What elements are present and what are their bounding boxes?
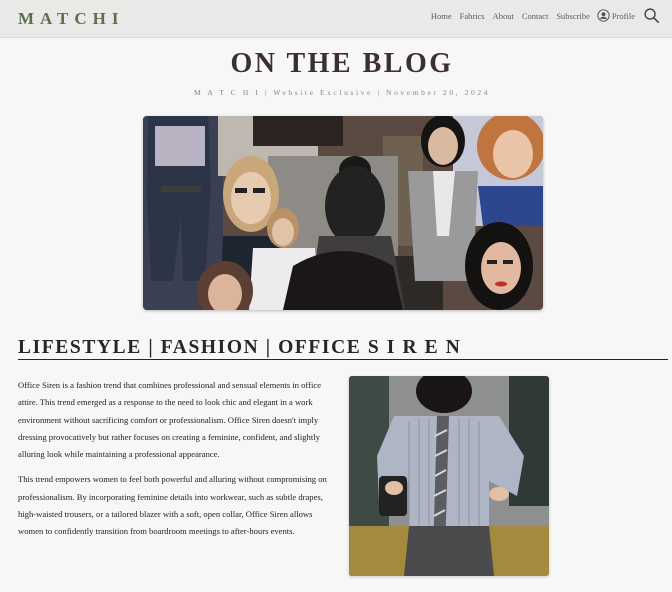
user-circle-icon <box>597 9 610 22</box>
brand-logo[interactable]: MATCHI <box>18 9 125 29</box>
article-body: Office Siren is a fashion trend that com… <box>18 377 336 541</box>
nav-link-home[interactable]: Home <box>431 11 452 21</box>
page-title: ON THE BLOG <box>230 48 454 79</box>
nav-link-contact[interactable]: Contact <box>522 11 548 21</box>
nav-link-fabrics[interactable]: Fabrics <box>460 11 485 21</box>
article-paragraph: Office Siren is a fashion trend that com… <box>18 380 322 460</box>
section-divider <box>18 359 668 360</box>
article-paragraph: This trend empowers women to feel both p… <box>18 474 327 537</box>
hero-collage-image <box>143 116 543 310</box>
top-nav: MATCHI Home Fabrics About Contact Subscr… <box>0 0 672 38</box>
post-meta: M A T C H I | Website Exclusive | Novemb… <box>193 88 491 97</box>
nav-link-about[interactable]: About <box>493 11 514 21</box>
profile-label: Profile <box>611 10 635 21</box>
nav-link-subscribe[interactable]: Subscribe <box>556 11 590 21</box>
section-title: LIFESTYLE | FASHION | OFFICE S I R E N <box>18 337 462 358</box>
profile-link[interactable]: Profile <box>597 9 635 22</box>
search-icon[interactable] <box>643 7 660 24</box>
article-side-image <box>349 376 549 576</box>
nav-links: Home Fabrics About Contact Subscribe Pro… <box>423 7 660 24</box>
